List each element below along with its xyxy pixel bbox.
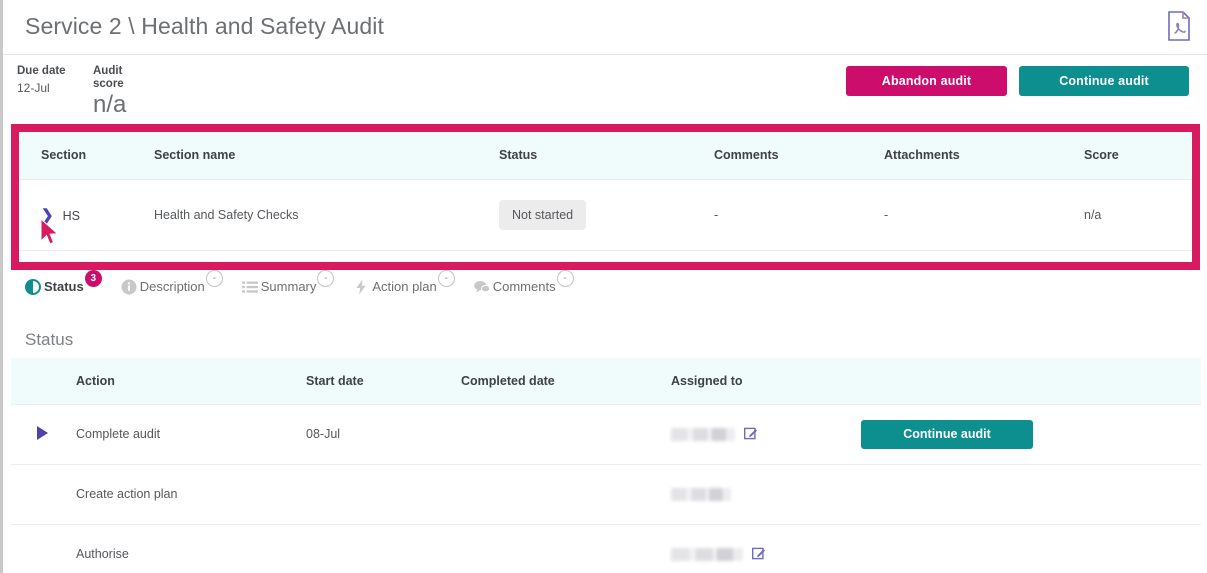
tab-description[interactable]: Description - — [121, 270, 223, 295]
col-comments: Comments — [714, 132, 884, 180]
col-completed-date: Completed date — [461, 358, 671, 405]
play-triangle-icon[interactable] — [37, 425, 48, 440]
cell-completed-date — [461, 404, 671, 465]
col-action: Action — [76, 358, 306, 405]
due-date-block: Due date 12-Jul — [17, 65, 66, 95]
pdf-export-icon[interactable] — [1166, 11, 1192, 41]
cell-start-date — [306, 524, 461, 573]
col-section-name: Section name — [154, 132, 499, 180]
due-date-label: Due date — [17, 65, 66, 77]
cell-completed-date — [461, 464, 671, 525]
sections-table-highlight: Section Section name Status Comments Att… — [11, 124, 1200, 270]
audit-meta-row: Due date 12-Jul Audit score n/a Abandon … — [3, 55, 1207, 125]
cell-start-date — [306, 464, 461, 525]
header-actions: Abandon audit Continue audit — [846, 66, 1189, 96]
audit-score-value: n/a — [93, 91, 127, 118]
col-score: Score — [1084, 132, 1192, 180]
tab-comments-label: Comments — [492, 279, 556, 294]
tab-summary[interactable]: Summary - — [241, 270, 335, 295]
redacted-assignee-name — [671, 427, 735, 441]
col-expander — [11, 358, 76, 405]
cell-section: ❯ HS — [19, 179, 154, 251]
cell-assigned-to — [671, 524, 861, 573]
abandon-audit-button[interactable]: Abandon audit — [846, 66, 1007, 96]
cell-start-date: 08-Jul — [306, 404, 461, 465]
row-continue-audit-button[interactable]: Continue audit — [861, 419, 1033, 449]
expand-section-chevron-icon[interactable]: ❯ — [41, 206, 54, 224]
col-assigned-to: Assigned to — [671, 358, 861, 405]
half-circle-icon — [25, 278, 41, 295]
edit-assignee-icon[interactable] — [752, 547, 766, 563]
title-bar: Service 2 \ Health and Safety Audit — [3, 0, 1207, 55]
redacted-assignee-name — [671, 547, 743, 561]
cell-action: Complete audit — [76, 404, 306, 465]
cell-row-action — [861, 464, 1201, 525]
table-row[interactable]: Create action plan — [11, 464, 1201, 525]
sections-table-header-row: Section Section name Status Comments Att… — [19, 132, 1192, 180]
cell-assigned-to — [671, 464, 861, 525]
tab-description-badge: - — [205, 270, 223, 287]
tab-status[interactable]: Status 3 — [25, 270, 102, 295]
table-row[interactable]: Authorise — [11, 524, 1201, 573]
status-badge: Not started — [499, 199, 587, 230]
audit-score-block: Audit score n/a — [93, 65, 126, 118]
tab-action-plan-label: Action plan — [372, 279, 437, 294]
col-attachments: Attachments — [884, 132, 1084, 180]
cell-expander — [11, 524, 76, 573]
page-title: Service 2 \ Health and Safety Audit — [25, 13, 384, 39]
col-start-date: Start date — [306, 358, 461, 405]
cell-expander — [11, 404, 76, 465]
tab-summary-label: Summary — [260, 279, 317, 294]
cell-attachments: - — [884, 179, 1084, 251]
sections-table: Section Section name Status Comments Att… — [19, 132, 1192, 251]
status-table-header-row: Action Start date Completed date Assigne… — [11, 358, 1201, 405]
audit-detail-page: Service 2 \ Health and Safety Audit Due … — [0, 0, 1207, 573]
table-row[interactable]: Complete audit 08-Jul Continue audit — [11, 404, 1201, 465]
section-code: HS — [62, 208, 80, 223]
cell-section-name: Health and Safety Checks — [154, 179, 499, 251]
tab-status-badge: 3 — [84, 270, 102, 287]
audit-score-label-line1: Audit — [93, 65, 123, 77]
status-table-wrap: Action Start date Completed date Assigne… — [11, 358, 1201, 573]
edit-assignee-icon[interactable] — [744, 427, 758, 443]
cell-action: Create action plan — [76, 464, 306, 525]
tab-summary-badge: - — [317, 270, 335, 287]
detail-tab-bar: Status 3 Description - Summary - Action … — [3, 270, 1207, 308]
tab-action-plan[interactable]: Action plan - — [353, 270, 455, 295]
cell-comments: - — [714, 179, 884, 251]
tab-comments-badge: - — [556, 270, 574, 287]
due-date-value: 12-Jul — [17, 81, 50, 95]
cell-assigned-to — [671, 404, 861, 465]
table-row[interactable]: ❯ HS Health and Safety Checks Not started… — [19, 179, 1192, 251]
cell-row-action: Continue audit — [861, 404, 1201, 465]
cell-completed-date — [461, 524, 671, 573]
cell-action: Authorise — [76, 524, 306, 573]
status-panel-heading: Status — [25, 330, 74, 349]
col-status: Status — [499, 132, 714, 180]
cell-row-action — [861, 524, 1201, 573]
col-section: Section — [19, 132, 154, 180]
tab-description-label: Description — [139, 279, 205, 294]
cell-expander — [11, 464, 76, 525]
cell-score: n/a — [1084, 179, 1192, 251]
col-row-action — [861, 358, 1201, 405]
tab-action-plan-badge: - — [437, 270, 455, 287]
list-icon — [241, 279, 258, 295]
continue-audit-button[interactable]: Continue audit — [1019, 66, 1189, 96]
status-table: Action Start date Completed date Assigne… — [11, 358, 1201, 573]
info-circle-icon — [121, 279, 137, 295]
cell-status: Not started — [499, 179, 714, 251]
redacted-assignee-name — [671, 488, 731, 502]
speech-bubble-icon — [473, 279, 491, 295]
audit-score-label-line2: score — [93, 78, 124, 90]
lightning-bolt-icon — [353, 279, 369, 295]
tab-comments[interactable]: Comments - — [473, 270, 574, 295]
tab-status-label: Status — [44, 279, 84, 294]
